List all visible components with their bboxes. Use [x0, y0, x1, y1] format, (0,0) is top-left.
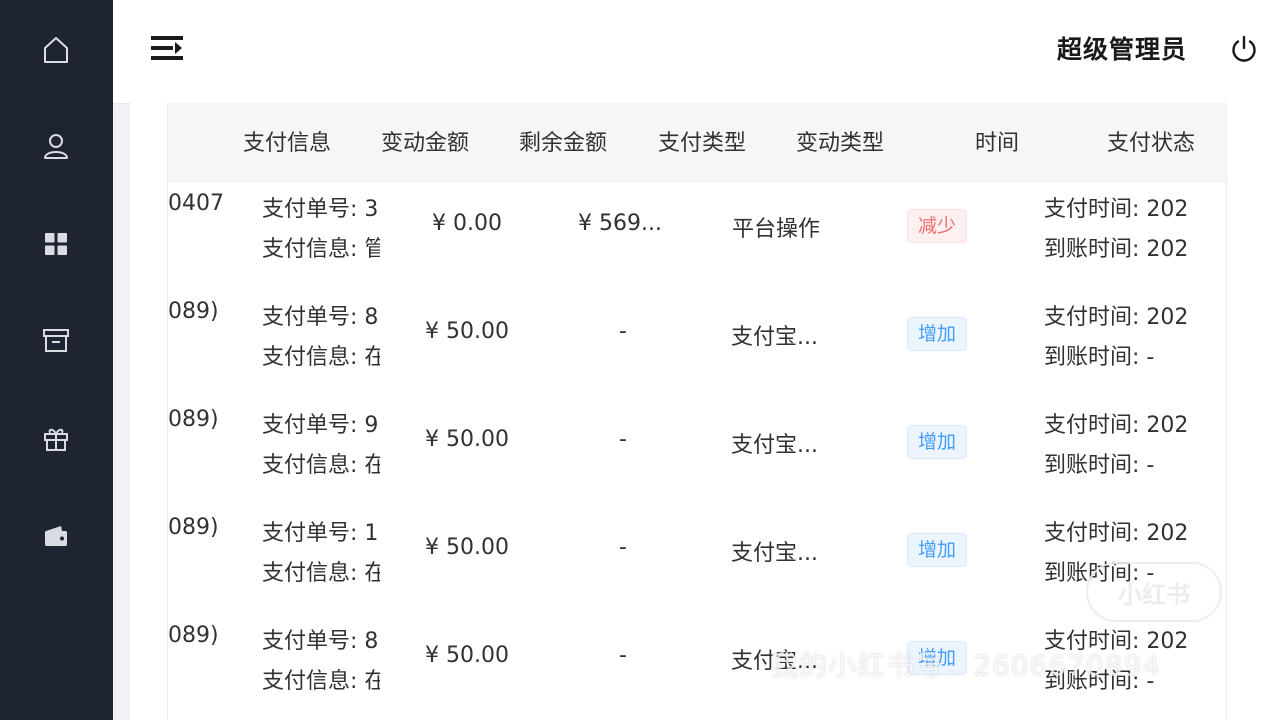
watermark-text: 我的小红书号：2606670894: [770, 649, 1162, 682]
watermark-logo: 小红书: [1086, 562, 1222, 622]
table-row: 0407 支付单号: 3 支付信息: 管 ¥ 0.00 ¥ 569... 平台操…: [168, 183, 1226, 291]
cell-order-no: 支付单号: 3: [262, 197, 379, 222]
cell-change-amount: ¥ 50.00: [425, 427, 509, 452]
sidebar-item-home[interactable]: [36, 30, 76, 70]
status-badge: 增加: [907, 425, 968, 459]
cell-pay-info: 支付信息: 在: [262, 561, 380, 586]
user-icon: [44, 134, 68, 159]
table-row: 089) 支付单号: 9 支付信息: 在 ¥ 50.00 - 支付宝... 增加…: [168, 399, 1226, 507]
sidebar-item-gift[interactable]: [36, 418, 76, 458]
menu-toggle-button[interactable]: [149, 32, 185, 64]
menu-fold-icon: [151, 36, 183, 60]
cell-change-amount: ¥ 0.00: [432, 211, 502, 236]
cell-left-fragment: 089): [168, 407, 219, 432]
column-header-change-amount[interactable]: 变动金额: [381, 125, 469, 157]
current-user-name[interactable]: 超级管理员: [1057, 30, 1187, 66]
logout-button[interactable]: [1229, 34, 1263, 68]
cell-left-fragment: 089): [168, 623, 219, 648]
cell-remaining-amount: ¥ 569...: [578, 211, 662, 236]
table-header: 支付信息 变动金额 剩余金额 支付类型 变动类型 时间 支付状态: [168, 103, 1226, 183]
status-badge: 增加: [907, 533, 968, 567]
sidebar: [0, 0, 113, 720]
cell-pay-time: 支付时间: 202: [1044, 305, 1189, 330]
cell-pay-info: 支付信息: 在: [262, 453, 380, 478]
top-header: 超级管理员: [113, 0, 1280, 103]
wallet-icon: [45, 526, 67, 546]
cell-pay-type: 支付宝...: [731, 433, 818, 458]
column-header-time[interactable]: 时间: [975, 125, 1019, 157]
cell-pay-type: 平台操作: [732, 217, 821, 242]
cell-order-no: 支付单号: 8: [262, 305, 379, 330]
cell-order-no: 支付单号: 1: [262, 521, 379, 546]
cell-pay-info: 支付信息: 在: [262, 345, 380, 370]
power-icon: [1232, 35, 1256, 62]
cell-pay-type: 支付宝...: [731, 325, 818, 350]
column-header-change-type[interactable]: 变动类型: [796, 125, 884, 157]
cell-remaining-amount: -: [619, 319, 627, 344]
cell-left-fragment: 089): [168, 299, 219, 324]
cell-pay-type: 支付宝...: [731, 541, 818, 566]
cell-remaining-amount: -: [619, 535, 627, 560]
cell-arrive-time: 到账时间: -: [1044, 345, 1155, 370]
sidebar-item-dashboard[interactable]: [36, 224, 76, 264]
cell-remaining-amount: -: [619, 427, 627, 452]
archive-icon: [43, 329, 69, 352]
status-badge: 减少: [907, 209, 968, 243]
home-icon: [44, 37, 68, 63]
cell-pay-time: 支付时间: 202: [1044, 413, 1189, 438]
cell-pay-info: 支付信息: 管: [262, 237, 380, 262]
cell-change-amount: ¥ 50.00: [425, 643, 509, 668]
cell-pay-time: 支付时间: 202: [1044, 521, 1189, 546]
table-row: 089) 支付单号: 8 支付信息: 在 ¥ 50.00 - 支付宝... 增加…: [168, 291, 1226, 399]
cell-arrive-time: 到账时间: -: [1044, 453, 1155, 478]
cell-order-no: 支付单号: 9: [262, 413, 379, 438]
cell-left-fragment: 089): [168, 515, 219, 540]
column-header-pay-type[interactable]: 支付类型: [658, 125, 746, 157]
payment-table: 支付信息 变动金额 剩余金额 支付类型 变动类型 时间 支付状态 0407 支付…: [167, 103, 1227, 720]
cell-pay-time: 支付时间: 202: [1044, 197, 1189, 222]
cell-pay-info: 支付信息: 在: [262, 669, 380, 694]
gift-icon: [44, 428, 68, 451]
cell-left-fragment: 0407: [168, 191, 224, 216]
sidebar-item-user[interactable]: [36, 126, 76, 166]
main-content: 支付信息 变动金额 剩余金额 支付类型 变动类型 时间 支付状态 0407 支付…: [130, 103, 1280, 720]
status-badge: 增加: [907, 317, 968, 351]
sidebar-item-archive[interactable]: [36, 320, 76, 360]
cell-change-amount: ¥ 50.00: [425, 535, 509, 560]
cell-remaining-amount: -: [619, 643, 627, 668]
grid-icon: [45, 233, 67, 255]
cell-arrive-time: 到账时间: 202: [1044, 237, 1189, 262]
cell-change-amount: ¥ 50.00: [425, 319, 509, 344]
table-row: 089) 支付单号: 1 支付信息: 在 ¥ 50.00 - 支付宝... 增加…: [168, 507, 1226, 615]
sidebar-item-wallet[interactable]: [36, 516, 76, 556]
column-header-pay-info[interactable]: 支付信息: [243, 125, 331, 157]
cell-order-no: 支付单号: 8: [262, 629, 379, 654]
column-header-pay-status[interactable]: 支付状态: [1107, 125, 1195, 157]
column-header-remaining-amount[interactable]: 剩余金额: [519, 125, 607, 157]
